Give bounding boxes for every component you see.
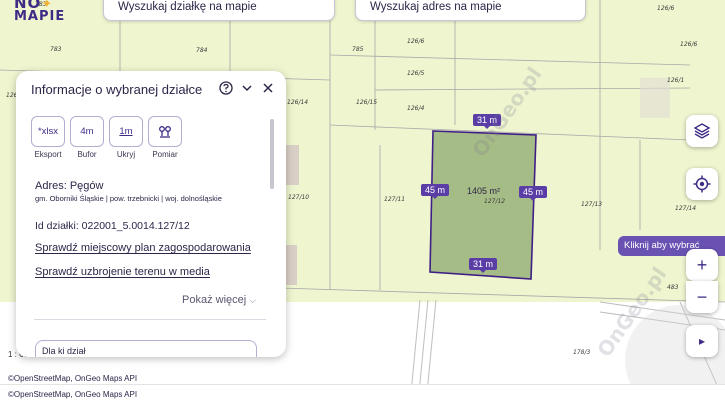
- parcel-label: 483: [667, 284, 679, 291]
- xlsx-icon[interactable]: *xlsx: [31, 116, 65, 147]
- parcel-label: 126/6: [680, 41, 698, 48]
- help-icon[interactable]: [218, 80, 234, 96]
- parcel-label: 127/12: [484, 198, 506, 205]
- next-button[interactable]: ▸: [686, 325, 718, 357]
- tool-bar: *xlsx Eksport 4m Bufor 1m Ukryj Pomiar: [31, 116, 187, 159]
- parcel-label: 127/11: [384, 196, 406, 203]
- parcel-label: 783: [50, 46, 62, 53]
- parcel-label: 126/4: [407, 105, 425, 112]
- dimension-label-left: 45 m: [421, 184, 450, 199]
- panel-scrollbar[interactable]: [270, 119, 274, 189]
- logo-text-bottom: MAPIE: [14, 9, 66, 24]
- plot-info-panel: Informacje o wybranej działce *xlsx Eksp…: [16, 71, 286, 357]
- layers-icon: [693, 123, 711, 139]
- buffer-icon[interactable]: 4m: [70, 116, 104, 147]
- chevron-down-icon: ⌵: [249, 295, 257, 305]
- parcel-label: 785: [352, 46, 364, 53]
- parcel-label: 126/1: [667, 77, 685, 84]
- parcel-label: 126/14: [287, 99, 309, 106]
- locate-button[interactable]: [686, 168, 718, 200]
- map-attribution: ©OpenStreetMap, OnGeo Maps API: [8, 390, 138, 399]
- hide-tool[interactable]: 1m Ukryj: [109, 116, 143, 159]
- zoom-in-button[interactable]: +: [686, 249, 718, 281]
- parcel-label: 126/15: [356, 99, 378, 106]
- close-icon[interactable]: [260, 80, 276, 96]
- show-more-button[interactable]: Pokaż więcej ⌵: [182, 294, 256, 306]
- panel-title: Informacje o wybranej działce: [31, 82, 203, 97]
- parcel-label: 127/14: [675, 205, 697, 212]
- parcel-label: 784: [196, 47, 208, 54]
- export-tool[interactable]: *xlsx Eksport: [31, 116, 65, 159]
- plot-search-input[interactable]: Wyszukaj działkę na mapie: [103, 0, 335, 21]
- dimension-label-bottom: 31 m: [469, 258, 498, 273]
- target-icon: [693, 175, 711, 193]
- parcel-label: 127/10: [288, 194, 310, 201]
- parcel-label: 126/5: [407, 70, 425, 77]
- local-plan-link[interactable]: Sprawdź miejscowy plan zagospodarowania: [35, 242, 251, 254]
- measure-icon[interactable]: [148, 116, 182, 147]
- parcel-label: 127/13: [581, 201, 603, 208]
- measure-tool[interactable]: Pomiar: [148, 116, 182, 159]
- divider: [34, 319, 266, 320]
- tool-label: Pomiar: [152, 150, 178, 159]
- utilities-link[interactable]: Sprawdź uzbrojenie terenu w media: [35, 266, 210, 278]
- buffer-tool[interactable]: 4m Bufor: [70, 116, 104, 159]
- parcel-label: 126/6: [407, 38, 425, 45]
- address-search-input[interactable]: Wyszukaj adres na mapie: [355, 0, 586, 21]
- parcel-area-label: 1405 m²: [467, 186, 501, 196]
- parcel-label: 178/3: [573, 349, 591, 356]
- zoom-out-button[interactable]: −: [686, 281, 718, 313]
- address-label: Adres: Pęgów: [35, 180, 104, 192]
- dimension-label-right: 45 m: [519, 186, 548, 201]
- chevron-down-icon[interactable]: [239, 80, 255, 96]
- layers-button[interactable]: [686, 115, 718, 147]
- show-more-label: Pokaż więcej: [182, 294, 247, 306]
- hide-icon[interactable]: 1m: [109, 116, 143, 147]
- plot-id: Id działki: 022001_5.0014.127/12: [35, 220, 190, 232]
- map-attribution: ©OpenStreetMap, OnGeo Maps API: [8, 374, 138, 383]
- parcel-label: 126/6: [657, 5, 675, 12]
- plot-details-field[interactable]: Dla ki dział: [35, 340, 257, 357]
- app-logo[interactable]: NO✦ MAPIE: [14, 0, 65, 24]
- address-detail: gm. Oborniki Śląskie | pow. trzebnicki |…: [35, 194, 222, 203]
